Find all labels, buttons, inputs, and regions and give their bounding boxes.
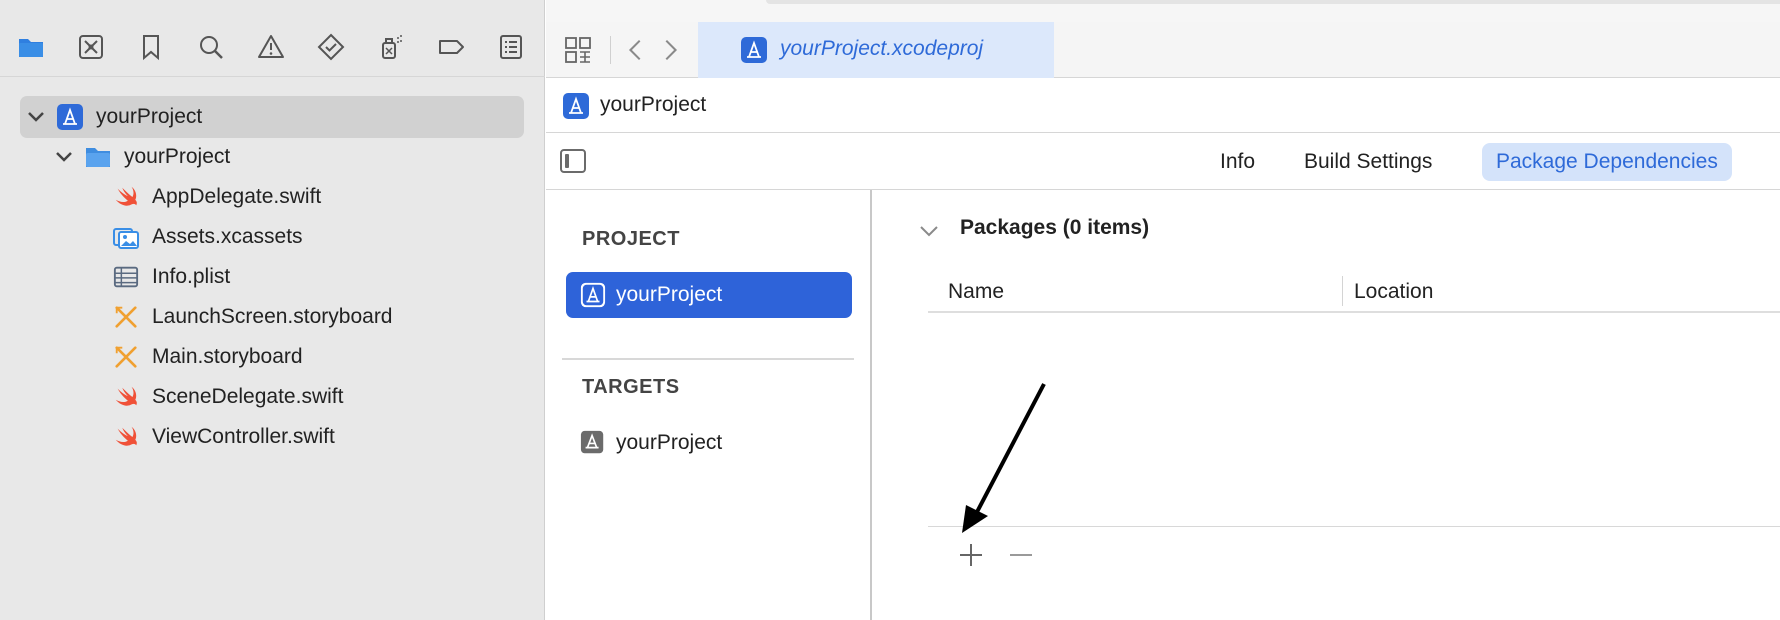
plist-table-icon xyxy=(112,263,140,291)
related-items-grid-icon[interactable] xyxy=(560,32,596,68)
tab-info[interactable]: Info xyxy=(1206,143,1269,181)
app-project-icon xyxy=(580,282,606,308)
sidebar-toggle-icon[interactable] xyxy=(560,149,586,173)
chevron-down-icon[interactable] xyxy=(54,147,74,167)
toolbar-divider xyxy=(610,36,611,64)
jump-bar-project[interactable]: yourProject xyxy=(600,93,706,117)
project-item[interactable]: yourProject xyxy=(566,272,852,318)
column-header-name[interactable]: Name xyxy=(948,280,1004,304)
navigator-toolbar xyxy=(0,0,545,77)
remove-package-button[interactable] xyxy=(1004,538,1038,572)
back-chevron-icon[interactable] xyxy=(618,32,654,68)
project-editor: yourProject.xcodeproj yourProject Info B… xyxy=(546,0,1780,620)
tree-item-file[interactable]: ViewController.swift xyxy=(20,416,524,458)
packages-title: Packages (0 items) xyxy=(960,216,1150,239)
minus-icon xyxy=(1010,554,1032,556)
tab-xcodeproj[interactable]: yourProject.xcodeproj xyxy=(698,22,1054,78)
search-icon[interactable] xyxy=(194,30,228,64)
targets-section-header: TARGETS xyxy=(582,376,680,398)
tree-item-label: LaunchScreen.storyboard xyxy=(152,305,393,328)
forward-chevron-icon[interactable] xyxy=(652,32,688,68)
plus-icon xyxy=(960,544,982,566)
tree-item-label: ViewController.swift xyxy=(152,425,335,448)
folder-icon[interactable] xyxy=(14,30,48,64)
tab-package-dependencies[interactable]: Package Dependencies xyxy=(1482,143,1732,181)
column-header-location[interactable]: Location xyxy=(1354,280,1433,304)
tree-item-file[interactable]: Assets.xcassets xyxy=(20,216,524,258)
tree-item-label: yourProject xyxy=(124,145,231,168)
tree-item-folder[interactable]: yourProject xyxy=(20,136,524,178)
add-package-button[interactable] xyxy=(954,538,988,572)
asset-catalog-icon xyxy=(112,223,140,251)
tree-item-label: yourProject xyxy=(96,105,203,128)
tree-item-label: SceneDelegate.swift xyxy=(152,385,344,408)
tree-item-label: Info.plist xyxy=(152,265,231,288)
tab-build-settings[interactable]: Build Settings xyxy=(1290,143,1446,181)
tab-label: yourProject.xcodeproj xyxy=(780,37,984,60)
storyboard-icon xyxy=(112,343,140,371)
app-project-icon xyxy=(563,93,589,119)
storyboard-icon xyxy=(112,303,140,331)
project-targets-list: PROJECT yourProject TARGETS yourProject xyxy=(546,190,872,620)
window-top-strip xyxy=(546,0,1780,22)
bookmark-icon[interactable] xyxy=(134,30,168,64)
debug-spray-icon[interactable] xyxy=(374,30,408,64)
tree-item-label: Assets.xcassets xyxy=(152,225,303,248)
blue-folder-icon xyxy=(84,143,112,171)
test-diamond-icon[interactable] xyxy=(314,30,348,64)
tab-bar: yourProject.xcodeproj xyxy=(546,22,1780,78)
project-item-label: yourProject xyxy=(616,283,723,306)
tree-item-label: Main.storyboard xyxy=(152,345,303,368)
column-divider[interactable] xyxy=(1342,276,1343,306)
editor-segment-bar: Info Build Settings Package Dependencies xyxy=(546,133,1780,190)
tree-item-file[interactable]: AppDelegate.swift xyxy=(20,176,524,218)
jump-bar: yourProject xyxy=(546,78,1780,133)
project-navigator: yourProject yourProject AppDelegate.swif… xyxy=(0,0,545,620)
tree-item-project[interactable]: yourProject xyxy=(20,96,524,138)
swift-file-icon xyxy=(112,383,140,411)
chevron-down-icon[interactable] xyxy=(918,220,940,242)
warning-icon[interactable] xyxy=(254,30,288,64)
top-strip-divider xyxy=(766,0,1780,4)
table-bottom-divider xyxy=(928,526,1780,527)
target-item[interactable]: yourProject xyxy=(566,420,852,466)
tree-item-file[interactable]: SceneDelegate.swift xyxy=(20,376,524,418)
app-project-icon xyxy=(741,37,767,63)
list-divider xyxy=(562,358,854,360)
breakpoint-tag-icon[interactable] xyxy=(434,30,468,64)
swift-file-icon xyxy=(112,183,140,211)
source-control-icon[interactable] xyxy=(74,30,108,64)
report-list-icon[interactable] xyxy=(494,30,528,64)
packages-section: Packages (0 items) Name Location xyxy=(874,190,1780,620)
project-section-header: PROJECT xyxy=(582,228,680,250)
packages-table-header: Name Location xyxy=(928,268,1780,313)
app-project-icon xyxy=(56,103,84,131)
tree-item-file[interactable]: LaunchScreen.storyboard xyxy=(20,296,524,338)
target-item-label: yourProject xyxy=(616,431,723,454)
tree-item-label: AppDelegate.swift xyxy=(152,185,322,208)
tree-item-file[interactable]: Info.plist xyxy=(20,256,524,298)
tree-item-file[interactable]: Main.storyboard xyxy=(20,336,524,378)
app-target-icon xyxy=(580,430,604,454)
chevron-down-icon[interactable] xyxy=(26,107,46,127)
swift-file-icon xyxy=(112,423,140,451)
